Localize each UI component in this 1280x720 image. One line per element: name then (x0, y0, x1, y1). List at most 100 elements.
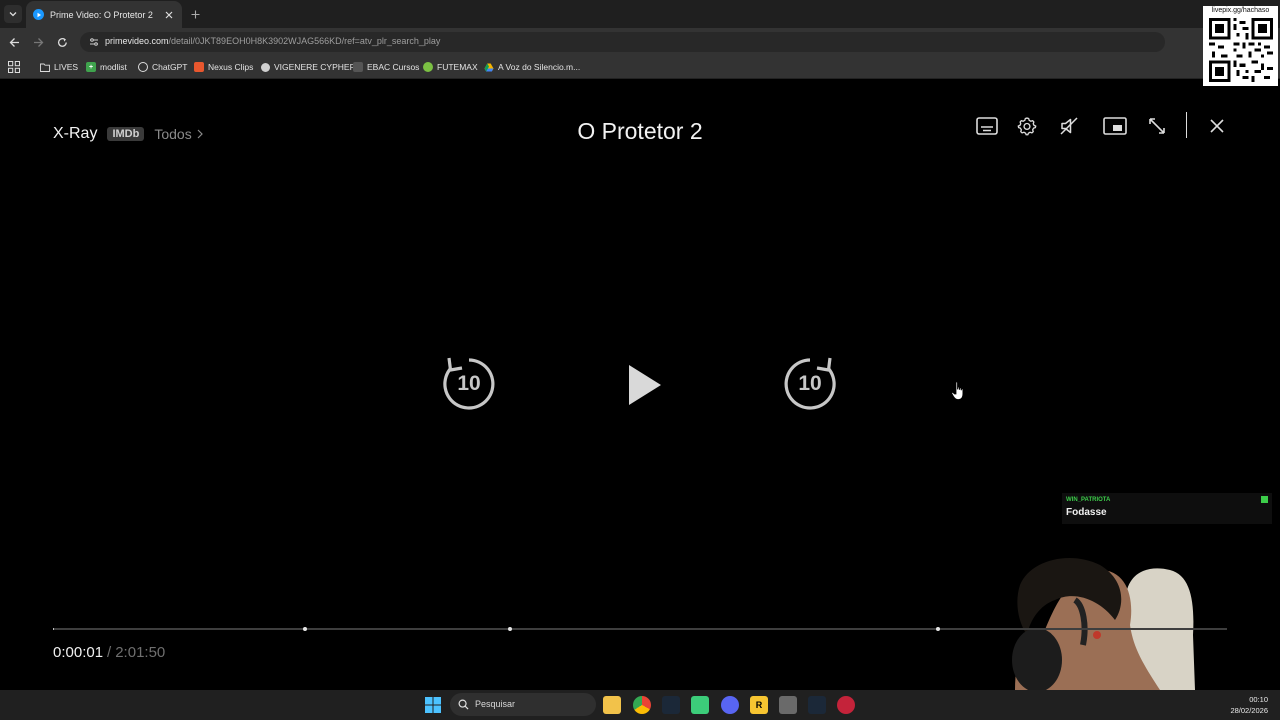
nexus-clips-icon (194, 62, 204, 72)
chrome-icon[interactable] (633, 696, 651, 714)
address-bar[interactable]: primevideo.com/detail/0JKT89EOH0H8K3902W… (80, 32, 1165, 52)
close-icon (1210, 119, 1224, 133)
bookmark-label: LIVES (54, 62, 79, 72)
url-path: /detail/0JKT89EOH0H8K3902WJAG566KD/ref=a… (168, 36, 441, 46)
chevron-down-icon (9, 12, 17, 17)
bookmark-futemax[interactable]: FUTEMAX (423, 60, 478, 74)
clock-date: 28/02/2026 (1230, 706, 1268, 715)
subtitles-button[interactable] (975, 114, 999, 138)
chatgpt-icon (138, 62, 148, 72)
url-host: primevideo.com (105, 36, 169, 46)
back-button[interactable] (6, 34, 22, 50)
chapter-marker (936, 627, 940, 631)
bookmark-label: EBAC Cursos (367, 62, 420, 72)
folder-icon (40, 62, 50, 72)
forward-button[interactable] (30, 34, 46, 50)
bookmark-chatgpt[interactable]: ChatGPT (138, 60, 187, 74)
play-icon (629, 365, 661, 405)
settings-button[interactable] (1015, 114, 1039, 138)
time-separator: / (107, 644, 112, 661)
chapter-marker (508, 627, 512, 631)
bookmark-lives[interactable]: LIVES (40, 60, 78, 74)
tab-strip: Prime Video: O Protetor 2 (0, 0, 1280, 28)
bookmark-label: A Voz do Silencio.m... (498, 62, 581, 72)
forward-seconds: 10 (798, 372, 822, 395)
chapter-marker (303, 627, 307, 631)
reload-icon (57, 37, 67, 47)
fullscreen-button[interactable] (1145, 114, 1169, 138)
file-explorer-icon[interactable] (603, 696, 621, 714)
app-icon[interactable] (779, 696, 797, 714)
tab-title: Prime Video: O Protetor 2 (50, 9, 153, 20)
close-tab-icon[interactable] (162, 8, 176, 22)
tab-search-button[interactable] (4, 5, 22, 23)
bookmark-modlist[interactable]: + modlist (86, 60, 127, 74)
rewind-10-button[interactable]: 10 (440, 355, 498, 413)
todos-label: Todos (154, 126, 192, 142)
browser-tab-prime-video[interactable]: Prime Video: O Protetor 2 (26, 1, 182, 28)
xray-todos-link[interactable]: Todos (154, 126, 203, 142)
progress-bar[interactable] (53, 628, 1227, 630)
play-button[interactable] (620, 362, 666, 408)
taskbar-clock[interactable]: 00:10 28/02/2026 (1230, 694, 1268, 716)
chevron-right-icon (197, 129, 203, 139)
current-time: 0:00:01 (53, 644, 104, 661)
bookmark-label: modlist (100, 62, 127, 72)
bookmark-a-voz-do-silencio[interactable]: A Voz do Silencio.m... (484, 60, 580, 74)
picture-in-picture-icon (1103, 117, 1127, 135)
apps-grid-icon[interactable] (8, 61, 20, 73)
taskbar-search[interactable]: Pesquisar (450, 693, 596, 716)
plus-icon (191, 10, 199, 18)
bookmarks-bar: LIVES + modlist ChatGPT Nexus Clips VIGE… (0, 56, 1280, 79)
total-time: 2:01:50 (115, 644, 166, 661)
subtitles-icon (976, 117, 998, 135)
new-tab-button[interactable] (187, 6, 203, 22)
windows-logo-icon (425, 697, 441, 713)
close-player-button[interactable] (1205, 114, 1229, 138)
site-info-icon[interactable] (88, 36, 100, 48)
xray-label[interactable]: X-Ray (53, 125, 97, 143)
arrow-right-icon (33, 37, 43, 47)
futemax-icon (423, 62, 433, 72)
steam-icon[interactable] (808, 696, 826, 714)
imdb-badge: IMDb (107, 127, 145, 141)
discord-icon[interactable] (721, 696, 739, 714)
gear-icon (1017, 117, 1037, 136)
windows-taskbar: Pesquisar R 00:10 28/02/2026 (0, 690, 1280, 720)
globe-icon (261, 62, 270, 72)
clock-time: 00:10 (1249, 695, 1268, 704)
webcam-overlay (1012, 557, 1195, 690)
chat-username: WIN_PATRIOTA (1066, 497, 1111, 503)
bookmark-nexus-clips[interactable]: Nexus Clips (194, 60, 253, 74)
ebac-icon (353, 62, 363, 72)
bookmark-ebac[interactable]: EBAC Cursos (353, 60, 419, 74)
chat-message: WIN_PATRIOTA Fodasse (1062, 493, 1272, 524)
volume-button[interactable] (1057, 114, 1081, 138)
steam-icon[interactable] (662, 696, 680, 714)
forward-10-button[interactable]: 10 (781, 355, 839, 413)
reload-button[interactable] (54, 34, 70, 50)
start-button[interactable] (424, 696, 442, 714)
plus-box-icon: + (86, 62, 96, 72)
arrow-left-icon (9, 37, 19, 47)
qr-caption: livepix.gg/hachaso (1211, 7, 1270, 14)
expand-icon (1149, 118, 1165, 134)
browser-toolbar: primevideo.com/detail/0JKT89EOH0H8K3902W… (0, 28, 1280, 75)
google-drive-icon (484, 62, 494, 72)
picture-in-picture-button[interactable] (1103, 114, 1127, 138)
search-placeholder: Pesquisar (475, 699, 516, 709)
bookmark-label: ChatGPT (152, 62, 188, 72)
whatsapp-icon[interactable] (691, 696, 709, 714)
bookmark-label: VIGENERE CYPHER (274, 62, 356, 72)
progress-fill (53, 628, 54, 630)
rewind-seconds: 10 (457, 372, 481, 395)
movie-title: O Protetor 2 (577, 118, 703, 144)
bookmark-vigenere[interactable]: VIGENERE CYPHER (261, 60, 356, 74)
prime-video-favicon-icon (33, 9, 44, 20)
chat-text: Fodasse (1066, 507, 1107, 518)
rockstar-icon[interactable]: R (750, 696, 768, 714)
xray-bar: X-Ray IMDb Todos (53, 124, 203, 144)
media-app-icon[interactable] (837, 696, 855, 714)
time-display: 0:00:01/2:01:50 (53, 644, 165, 661)
url-text: primevideo.com/detail/0JKT89EOH0H8K3902W… (105, 36, 440, 46)
